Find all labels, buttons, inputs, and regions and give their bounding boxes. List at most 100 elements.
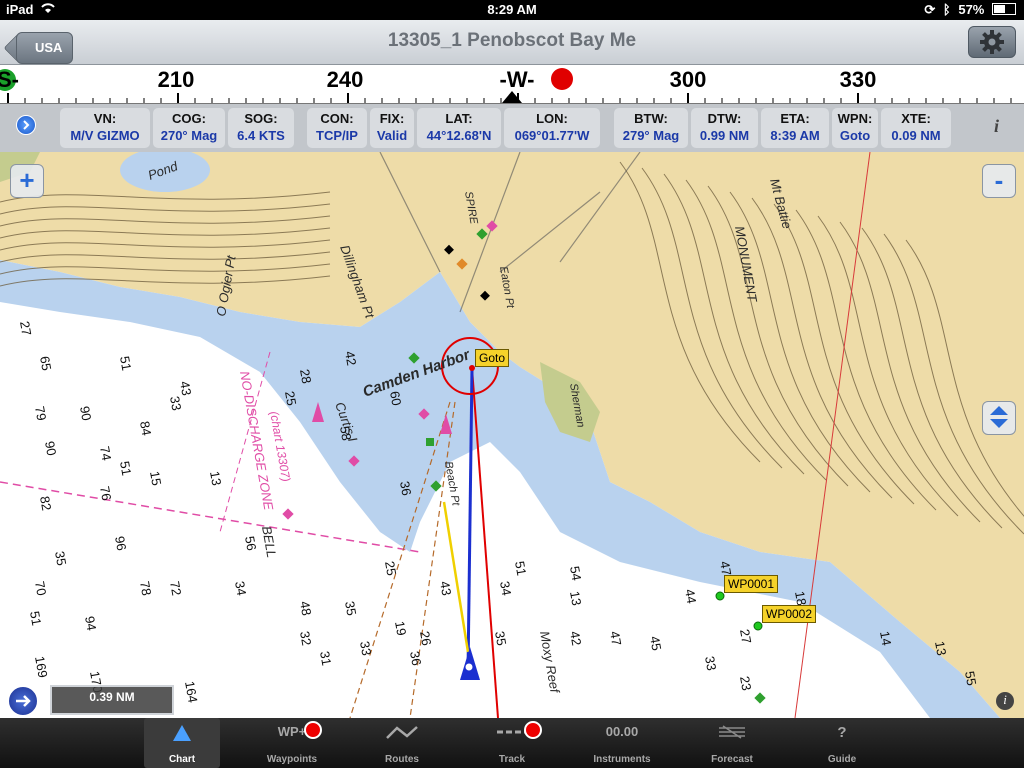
beach-label: Beach Pt (442, 460, 462, 507)
depth-sounding: 90 (77, 405, 94, 422)
tab-track[interactable]: Track (474, 718, 550, 768)
depth-sounding: 82 (37, 495, 54, 512)
depth-sounding: 48 (297, 600, 314, 617)
instrument-strip: VN: M/V GIZMO COG: 270° Mag SOG: 6.4 KTS CO… (0, 104, 1024, 152)
forecast-icon (694, 724, 770, 743)
instrument-eta[interactable]: ETA: 8:39 AM (761, 108, 829, 148)
depth-sounding: 51 (117, 355, 134, 372)
depth-sounding: 13 (932, 640, 949, 657)
depth-sounding: 14 (877, 630, 894, 647)
depth-sounding: 36 (397, 480, 414, 497)
instrument-vn[interactable]: VN: M/V GIZMO (60, 108, 150, 148)
depth-sounding: 74 (97, 445, 114, 462)
status-time: 8:29 AM (487, 2, 537, 17)
depth-sounding: 43 (177, 380, 194, 397)
depth-sounding: 27 (17, 320, 34, 337)
depth-sounding: 47 (607, 630, 624, 647)
depth-sounding: 33 (167, 395, 184, 412)
expand-instruments-button[interactable] (16, 115, 36, 135)
bluetooth-icon: ᛒ (942, 2, 951, 17)
compass-label-300: 300 (669, 67, 707, 92)
depth-sounding: 58 (337, 425, 354, 442)
depth-sounding: 45 (647, 635, 664, 652)
depth-sounding: 169 (32, 655, 51, 679)
goto-waypoint-label[interactable]: Goto (475, 349, 510, 367)
instrument-dtw[interactable]: DTW: 0.99 NM (691, 108, 758, 148)
depth-sounding: 36 (407, 650, 424, 667)
depth-sounding: 31 (317, 650, 334, 667)
depth-sounding: 33 (702, 655, 719, 672)
bell-label: BELL (259, 525, 279, 559)
chevron-right-icon (23, 120, 30, 130)
tab-instruments[interactable]: 00.00 Instruments (584, 718, 660, 768)
depth-sounding: 35 (492, 630, 509, 647)
info-icon[interactable]: i (994, 116, 999, 137)
depth-sounding: 51 (512, 560, 529, 577)
zoom-in-button[interactable]: + (10, 164, 44, 198)
tab-chart[interactable]: Chart (144, 718, 220, 768)
depth-sounding: 51 (117, 460, 134, 477)
instrument-con[interactable]: CON: TCP/IP (307, 108, 367, 148)
waypoint-label-1[interactable]: WP0001 (724, 575, 779, 593)
depth-sounding: 25 (382, 560, 399, 577)
tab-waypoints[interactable]: WP+ Waypoints (254, 718, 330, 768)
heading-marker-icon (551, 68, 573, 90)
depth-sounding: 65 (37, 355, 54, 372)
depth-sounding: 35 (52, 550, 69, 567)
no-discharge-label: NO-DISCHARGE ZONE (237, 370, 276, 512)
depth-sounding: 42 (342, 350, 359, 367)
moxy-reef-label: Moxy Reef (537, 630, 563, 695)
depth-sounding: 72 (167, 580, 184, 597)
record-icon (304, 721, 322, 739)
instrument-lat[interactable]: LAT: 44°12.68'N (417, 108, 501, 148)
map-info-icon[interactable]: i (996, 692, 1014, 710)
arrow-right-icon (16, 695, 31, 707)
tab-routes[interactable]: Routes (364, 718, 440, 768)
depth-sounding: 60 (387, 390, 404, 407)
tab-guide[interactable]: ? Guide (804, 718, 880, 768)
nautical-chart-map[interactable]: Pond Dillingham Pt O Ogier Pt Camden Har… (0, 152, 1024, 718)
depth-sounding: 26 (417, 630, 434, 647)
depth-sounding: 78 (137, 580, 154, 597)
depth-sounding: 32 (297, 630, 314, 647)
navigation-bar: USA East 13305_1 Penobscot Bay Me (0, 20, 1024, 85)
instrument-sog[interactable]: SOG: 6.4 KTS (228, 108, 294, 148)
instrument-xte[interactable]: XTE: 0.09 NM (881, 108, 951, 148)
heading-pointer-icon (502, 91, 522, 103)
chart-canvas: Pond Dillingham Pt O Ogier Pt Camden Har… (0, 152, 1024, 718)
settings-button[interactable] (968, 26, 1016, 58)
compass-label-210: 210 (157, 67, 195, 92)
depth-sounding: 13 (207, 470, 224, 487)
tab-forecast[interactable]: Forecast (694, 718, 770, 768)
depth-sounding: 76 (97, 485, 114, 502)
compass-heading-strip[interactable]: S- 210 240 -W- 300 330 (0, 65, 1024, 104)
heading-line (442, 501, 470, 653)
depth-sounding: 28 (297, 368, 314, 385)
track-up-button[interactable] (7, 685, 39, 717)
depth-sounding: 13 (567, 590, 584, 607)
depth-sounding: 42 (567, 630, 584, 647)
depth-sounding: 44 (682, 588, 699, 605)
battery-icon (992, 3, 1016, 15)
instrument-lon[interactable]: LON: 069°01.77'W (504, 108, 600, 148)
pan-toggle-button[interactable] (982, 401, 1016, 435)
depth-sounding: 23 (737, 675, 754, 692)
battery-percent: 57% (958, 2, 985, 17)
waypoint-label-2[interactable]: WP0002 (762, 605, 817, 623)
instrument-cog[interactable]: COG: 270° Mag (153, 108, 225, 148)
compass-label-330: 330 (839, 67, 877, 92)
depth-sounding: 15 (147, 470, 164, 487)
waypoint-marker[interactable] (753, 621, 763, 631)
zoom-out-button[interactable]: - (982, 164, 1016, 198)
instrument-wpn[interactable]: WPN: Goto (832, 108, 878, 148)
compass-label-w: -W- (499, 67, 535, 92)
waypoint-marker[interactable] (715, 591, 725, 601)
depth-sounding: 33 (357, 640, 374, 657)
depth-sounding: 164 (182, 680, 201, 704)
routes-icon (364, 724, 440, 743)
instrument-btw[interactable]: BTW: 279° Mag (614, 108, 688, 148)
instrument-fix[interactable]: FIX: Valid (370, 108, 414, 148)
depth-sounding: 43 (437, 580, 454, 597)
depth-sounding: 51 (27, 610, 44, 627)
back-button[interactable]: USA East (16, 32, 74, 85)
